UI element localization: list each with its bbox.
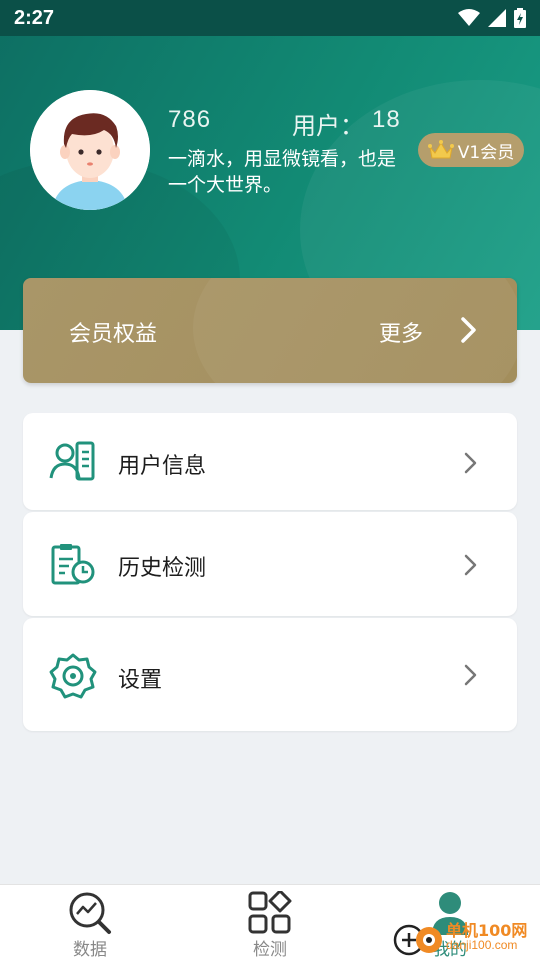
menu-item-user-info[interactable]: 用户信息	[23, 413, 517, 510]
user-id: 786	[168, 106, 212, 133]
watermark-logo-icon	[393, 924, 442, 956]
user-motto: 一滴水，用显微镜看，也是一个大世界。	[168, 148, 397, 196]
nav-tab-data[interactable]: 数据	[30, 885, 150, 961]
watermark: 单机100网 danji100.com	[392, 918, 540, 960]
cellular-icon	[488, 9, 506, 27]
member-benefits-card[interactable]: 会员权益 更多	[23, 278, 517, 383]
menu-item-label: 用户信息	[118, 454, 207, 479]
menu-item-settings[interactable]: 设置	[23, 618, 517, 731]
menu-item-label: 设置	[118, 668, 163, 693]
chevron-right-icon	[461, 317, 476, 343]
nav-label: 检测	[253, 940, 287, 960]
history-icon	[51, 544, 95, 585]
settings-icon	[49, 653, 97, 699]
status-bar: 2:27	[0, 0, 540, 36]
nav-label: 数据	[73, 940, 107, 960]
nav-tab-detect[interactable]: 检测	[210, 885, 330, 961]
menu-item-history[interactable]: 历史检测	[23, 512, 517, 616]
vip-label: V1会员	[457, 142, 515, 163]
avatar-boy-icon	[30, 90, 150, 210]
status-time: 2:27	[14, 6, 55, 29]
more-link[interactable]: 更多	[379, 316, 423, 348]
battery-icon	[514, 8, 526, 28]
user-info-icon	[49, 441, 95, 481]
chevron-right-icon	[464, 664, 477, 686]
grid-icon	[248, 891, 292, 934]
chevron-right-icon	[464, 554, 477, 576]
user-label: 用户：	[292, 112, 364, 140]
user-phone: 18	[372, 106, 401, 133]
chevron-right-icon	[464, 452, 477, 474]
crown-icon	[427, 140, 454, 159]
status-icons	[458, 8, 526, 28]
vip-badge[interactable]: V1会员	[418, 133, 524, 167]
watermark-url: danji100.com	[446, 938, 518, 952]
menu-item-label: 历史检测	[118, 556, 207, 581]
avatar[interactable]	[30, 90, 150, 210]
member-benefits-title: 会员权益	[69, 322, 158, 347]
chart-icon	[69, 892, 111, 934]
wifi-icon	[458, 9, 480, 26]
